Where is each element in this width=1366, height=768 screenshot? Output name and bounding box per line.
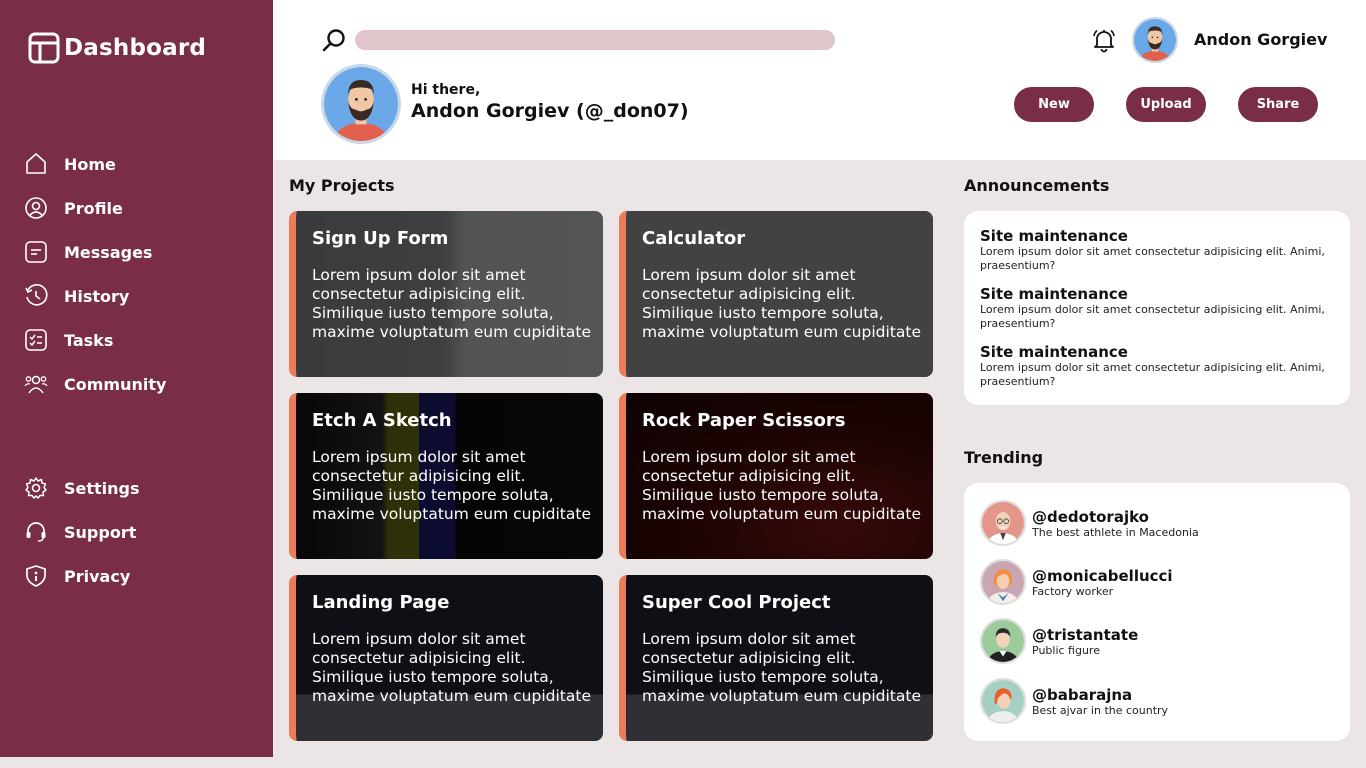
announcement-text: Lorem ipsum dolor sit amet consectetur a… bbox=[980, 361, 1325, 388]
project-card[interactable]: Etch A Sketch Lorem ipsum dolor sit amet… bbox=[289, 393, 603, 559]
avatar bbox=[980, 618, 1026, 664]
shield-icon bbox=[26, 565, 46, 587]
project-title: Sign Up Form bbox=[312, 228, 449, 249]
announcements-title: Announcements bbox=[964, 176, 1110, 195]
trending-handle: @babarajna bbox=[1032, 685, 1133, 704]
project-description: Lorem ipsum dolor sit amet consectetur a… bbox=[312, 630, 591, 705]
announcement-item[interactable]: Site maintenance Lorem ipsum dolor sit a… bbox=[980, 343, 1340, 389]
dashboard-icon bbox=[28, 32, 60, 64]
project-description: Lorem ipsum dolor sit amet consectetur a… bbox=[642, 448, 921, 523]
trending-description: Best ajvar in the country bbox=[1032, 703, 1169, 717]
trending-item[interactable]: @dedotorajko The best athlete in Macedon… bbox=[980, 500, 1199, 546]
project-description: Lorem ipsum dolor sit amet consectetur a… bbox=[312, 266, 591, 341]
announcement-item[interactable]: Site maintenance Lorem ipsum dolor sit a… bbox=[980, 227, 1340, 273]
project-title: Super Cool Project bbox=[642, 592, 831, 613]
sidebar-item-settings[interactable]: Settings bbox=[24, 466, 140, 510]
gear-icon bbox=[25, 477, 47, 499]
project-description: Lorem ipsum dolor sit amet consectetur a… bbox=[642, 266, 921, 341]
profile-avatar[interactable] bbox=[321, 64, 401, 144]
trending-item[interactable]: @monicabellucci Factory worker bbox=[980, 559, 1173, 605]
history-icon bbox=[25, 284, 48, 306]
announcement-title: Site maintenance bbox=[980, 343, 1128, 361]
sidebar-item-label: Support bbox=[64, 522, 137, 542]
project-title: Landing Page bbox=[312, 592, 450, 613]
sidebar-item-profile[interactable]: Profile bbox=[24, 186, 166, 230]
sidebar-item-support[interactable]: Support bbox=[24, 510, 140, 554]
sidebar-item-label: History bbox=[64, 286, 130, 306]
project-card[interactable]: Landing Page Lorem ipsum dolor sit amet … bbox=[289, 575, 603, 741]
upload-button[interactable]: Upload bbox=[1126, 87, 1206, 122]
sidebar-item-label: Home bbox=[64, 154, 116, 174]
project-card[interactable]: Super Cool Project Lorem ipsum dolor sit… bbox=[619, 575, 933, 741]
share-button[interactable]: Share bbox=[1238, 87, 1318, 122]
trending-item[interactable]: @babarajna Best ajvar in the country bbox=[980, 678, 1168, 724]
man-avatar-icon bbox=[982, 620, 1024, 662]
sidebar-item-label: Profile bbox=[64, 198, 123, 218]
announcement-title: Site maintenance bbox=[980, 227, 1128, 245]
sidebar-item-tasks[interactable]: Tasks bbox=[24, 318, 166, 362]
greeting-text: Hi there, bbox=[411, 82, 481, 98]
project-title: Etch A Sketch bbox=[312, 410, 452, 431]
sidebar-item-label: Settings bbox=[64, 478, 140, 498]
project-description: Lorem ipsum dolor sit amet consectetur a… bbox=[312, 448, 591, 523]
sidebar-item-label: Messages bbox=[64, 242, 153, 262]
search-input[interactable] bbox=[355, 30, 835, 50]
trending-handle: @monicabellucci bbox=[1032, 566, 1173, 585]
headset-icon bbox=[26, 522, 46, 542]
sidebar-item-label: Community bbox=[64, 374, 167, 394]
tasks-icon bbox=[25, 329, 47, 351]
search-icon[interactable] bbox=[321, 27, 347, 53]
woman-avatar-icon bbox=[982, 680, 1024, 722]
header: Andon Gorgiev Hi there, Andon Gorgiev (@… bbox=[273, 0, 1366, 160]
old-man-avatar-icon bbox=[982, 502, 1024, 544]
community-icon bbox=[24, 375, 48, 394]
brand-title: Dashboard bbox=[64, 35, 207, 61]
home-icon bbox=[26, 153, 46, 174]
avatar bbox=[980, 559, 1026, 605]
project-card[interactable]: Calculator Lorem ipsum dolor sit amet co… bbox=[619, 211, 933, 377]
trending-description: Public figure bbox=[1032, 643, 1100, 657]
announcements-panel: Site maintenance Lorem ipsum dolor sit a… bbox=[964, 211, 1350, 405]
sidebar-item-privacy[interactable]: Privacy bbox=[24, 554, 140, 598]
trending-description: Factory worker bbox=[1032, 584, 1114, 598]
user-avatar-icon bbox=[1134, 19, 1176, 61]
announcement-item[interactable]: Site maintenance Lorem ipsum dolor sit a… bbox=[980, 285, 1340, 331]
new-button[interactable]: New bbox=[1014, 87, 1094, 122]
sidebar: Dashboard Home Profile Messages History … bbox=[0, 0, 273, 757]
trending-handle: @tristantate bbox=[1032, 625, 1139, 644]
announcement-text: Lorem ipsum dolor sit amet consectetur a… bbox=[980, 245, 1325, 272]
sidebar-item-label: Tasks bbox=[64, 330, 114, 350]
trending-description: The best athlete in Macedonia bbox=[1032, 525, 1199, 539]
project-title: Calculator bbox=[642, 228, 746, 249]
trending-title: Trending bbox=[964, 448, 1044, 467]
bell-icon[interactable] bbox=[1091, 27, 1117, 53]
profile-icon bbox=[25, 197, 47, 219]
projects-title: My Projects bbox=[289, 176, 395, 195]
avatar[interactable] bbox=[1132, 17, 1178, 63]
sidebar-item-community[interactable]: Community bbox=[24, 362, 166, 406]
messages-icon bbox=[25, 241, 47, 263]
avatar bbox=[980, 500, 1026, 546]
trending-panel: @dedotorajko The best athlete in Macedon… bbox=[964, 483, 1350, 741]
user-avatar-icon bbox=[324, 67, 398, 141]
announcement-text: Lorem ipsum dolor sit amet consectetur a… bbox=[980, 303, 1325, 330]
greeting-user-name: Andon Gorgiev (@_don07) bbox=[411, 100, 689, 122]
sidebar-item-label: Privacy bbox=[64, 566, 131, 586]
main-nav: Home Profile Messages History Tasks Comm… bbox=[24, 142, 166, 406]
sidebar-item-home[interactable]: Home bbox=[24, 142, 166, 186]
trending-item[interactable]: @tristantate Public figure bbox=[980, 618, 1138, 664]
sidebar-item-messages[interactable]: Messages bbox=[24, 230, 166, 274]
sidebar-item-history[interactable]: History bbox=[24, 274, 166, 318]
woman-avatar-icon bbox=[982, 561, 1024, 603]
project-title: Rock Paper Scissors bbox=[642, 410, 846, 431]
announcement-title: Site maintenance bbox=[980, 285, 1128, 303]
secondary-nav: Settings Support Privacy bbox=[24, 466, 140, 598]
project-card[interactable]: Sign Up Form Lorem ipsum dolor sit amet … bbox=[289, 211, 603, 377]
trending-handle: @dedotorajko bbox=[1032, 507, 1149, 526]
header-user-name[interactable]: Andon Gorgiev bbox=[1194, 30, 1327, 49]
project-card[interactable]: Rock Paper Scissors Lorem ipsum dolor si… bbox=[619, 393, 933, 559]
brand[interactable]: Dashboard bbox=[28, 32, 206, 64]
avatar bbox=[980, 678, 1026, 724]
project-description: Lorem ipsum dolor sit amet consectetur a… bbox=[642, 630, 921, 705]
